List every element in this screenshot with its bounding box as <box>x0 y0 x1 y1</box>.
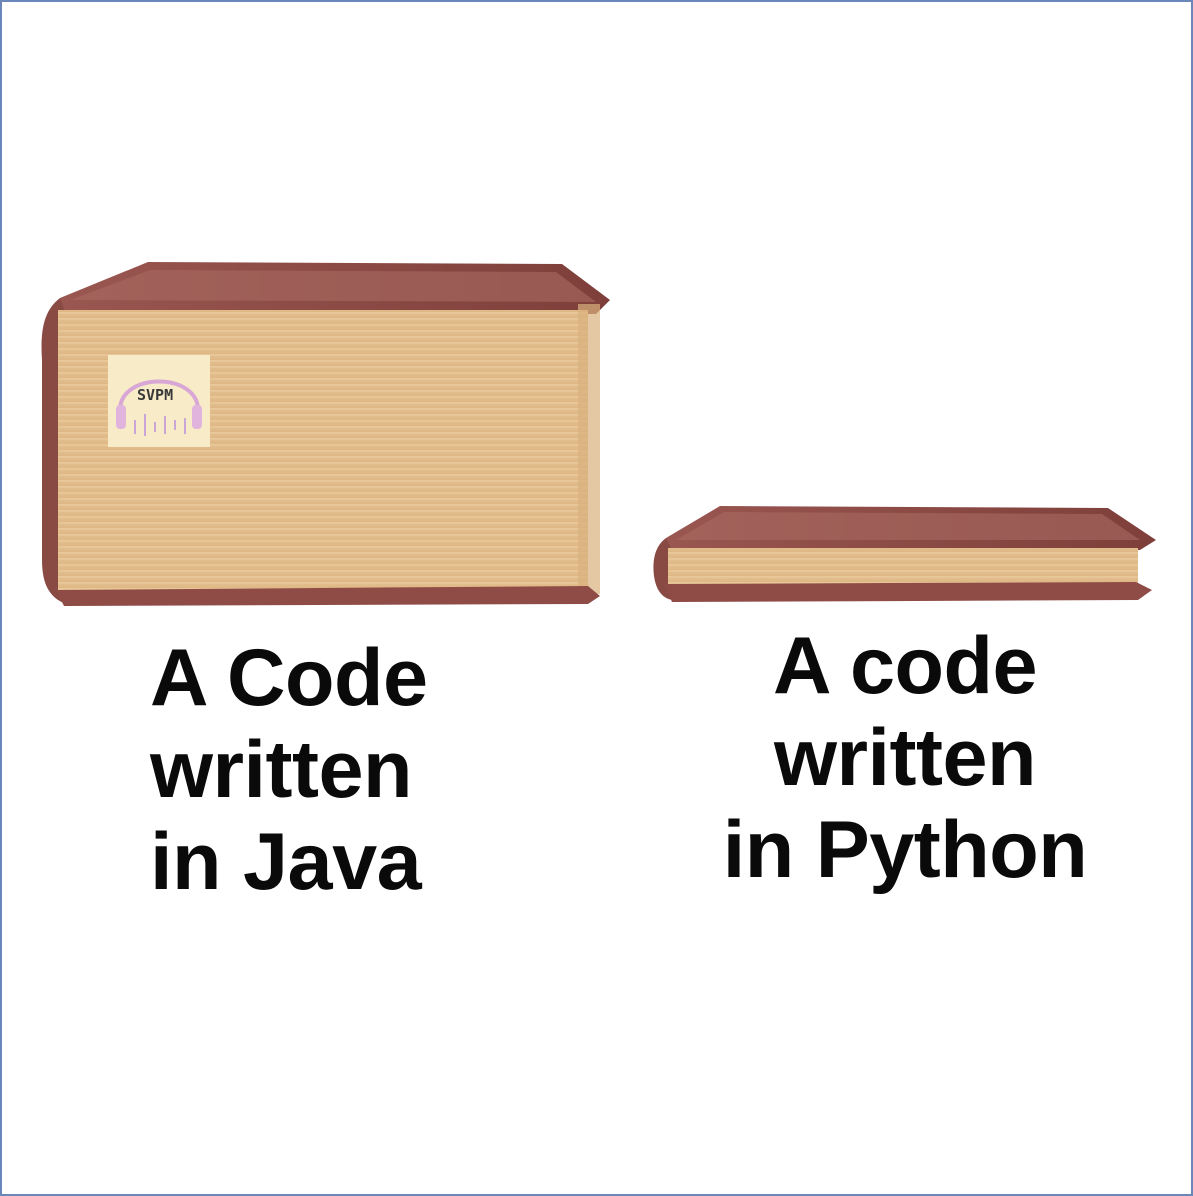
thin-book-pages <box>668 548 1138 586</box>
java-caption-line-1: A Code <box>150 633 428 723</box>
thick-book-pages <box>58 310 588 594</box>
thick-book: SVPM <box>41 262 610 606</box>
java-caption-line-3: in Java <box>150 817 422 907</box>
python-caption: A code written in Python <box>700 620 1110 896</box>
thin-book-bottom-cover <box>664 582 1152 602</box>
python-caption-line-2: written <box>773 713 1037 803</box>
java-caption-line-2: written <box>150 725 413 815</box>
python-caption-line-1: A code <box>772 621 1038 711</box>
python-caption-line-3: in Python <box>722 805 1088 895</box>
svpm-sticker: SVPM <box>108 355 210 447</box>
thin-book <box>653 506 1156 602</box>
sticker-text: SVPM <box>137 386 173 404</box>
meme-artwork: SVPM <box>41 262 1156 606</box>
java-caption: A Code written in Java <box>150 632 428 908</box>
